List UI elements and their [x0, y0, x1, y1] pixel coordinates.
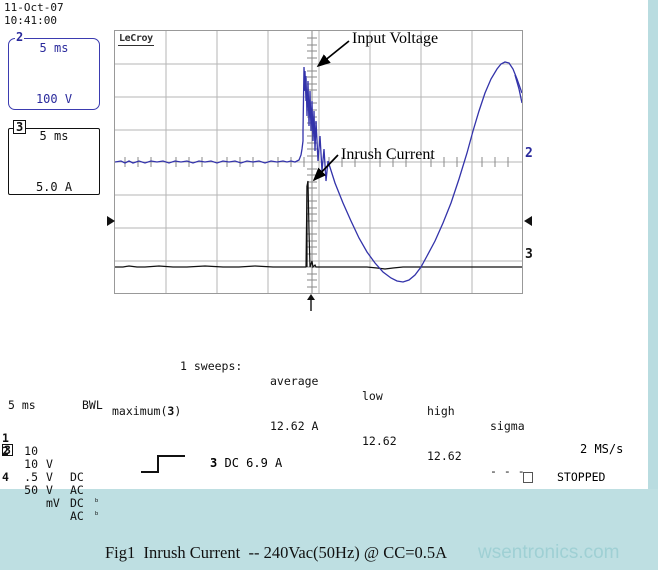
- status-bwl-header: BWL: [82, 398, 103, 412]
- status-bar: 5 ms BWL 1 10 V DC 2 10 V AC ᵇ 3 .5 V DC: [0, 398, 648, 523]
- trigger-detail: DC 6.9 A: [224, 456, 283, 470]
- channel-3-scale: 5.0 A: [35, 179, 73, 194]
- trace-input-voltage-sine: [327, 61, 522, 283]
- channel-3-descriptor-box[interactable]: 3 5 ms 5.0 A: [8, 120, 100, 195]
- edge-marker-channel-3: 3: [525, 247, 533, 262]
- status-channel-4-scale: 50: [24, 483, 38, 497]
- graticule-and-traces: [115, 31, 522, 293]
- acquisition-state-text: STOPPED: [557, 470, 606, 484]
- trace-input-voltage: [115, 66, 329, 182]
- channel-3-timebase: 5 ms: [39, 128, 69, 143]
- lecroy-logo: LeCroy: [118, 33, 154, 46]
- site-watermark: wsentronics.com: [478, 542, 620, 563]
- status-channel-3-number: 3: [2, 443, 13, 457]
- sample-rate-readout: 2 MS/s: [580, 442, 624, 456]
- ground-level-marker-right: [524, 216, 532, 226]
- edge-marker-channel-2: 2: [525, 146, 533, 161]
- trigger-setting[interactable]: 3 DC 6.9 A: [210, 456, 282, 470]
- status-channel-row-4[interactable]: 4 50 mV AC: [2, 458, 84, 549]
- measurement-col-average: average: [270, 374, 319, 388]
- channel-3-settings: 5 ms 5.0 A: [9, 94, 99, 230]
- trigger-channel: 3: [210, 456, 218, 470]
- status-channel-3-bandwidth: ᵇ: [94, 511, 100, 521]
- channel-2-timebase: 5 ms: [39, 41, 69, 55]
- screenshot-root: 11-Oct-07 10:41:00 2 5 ms 100 V 3 5 ms 5.…: [0, 0, 658, 570]
- annotation-input-voltage: Input Voltage: [352, 30, 439, 47]
- waveform-graticule[interactable]: LeCroy: [114, 30, 523, 294]
- status-channel-4-coupling: AC: [70, 509, 84, 523]
- measurement-sweeps: 1 sweeps:: [180, 359, 243, 373]
- status-channel-4-number: 4: [2, 470, 9, 484]
- ground-level-marker-left: [107, 216, 115, 226]
- status-channel-2-bandwidth: ᵇ: [94, 498, 100, 508]
- status-channel-4-unit: mV: [46, 496, 60, 510]
- page-right-tint: [648, 0, 658, 500]
- figure-caption: Fig1 Inrush Current -- 240Vac(50Hz) @ CC…: [105, 543, 448, 562]
- acquisition-state-icon[interactable]: [523, 472, 533, 483]
- trigger-position-arrow: [307, 294, 315, 311]
- oscilloscope-screen: 11-Oct-07 10:41:00 2 5 ms 100 V 3 5 ms 5.…: [0, 0, 648, 523]
- measurement-header-row: 1 sweeps: average low high sigma: [112, 344, 525, 433]
- trigger-slope-icon: [141, 455, 185, 473]
- annotation-inrush-current: Inrush Current: [341, 146, 435, 163]
- status-timebase[interactable]: 5 ms: [8, 398, 36, 412]
